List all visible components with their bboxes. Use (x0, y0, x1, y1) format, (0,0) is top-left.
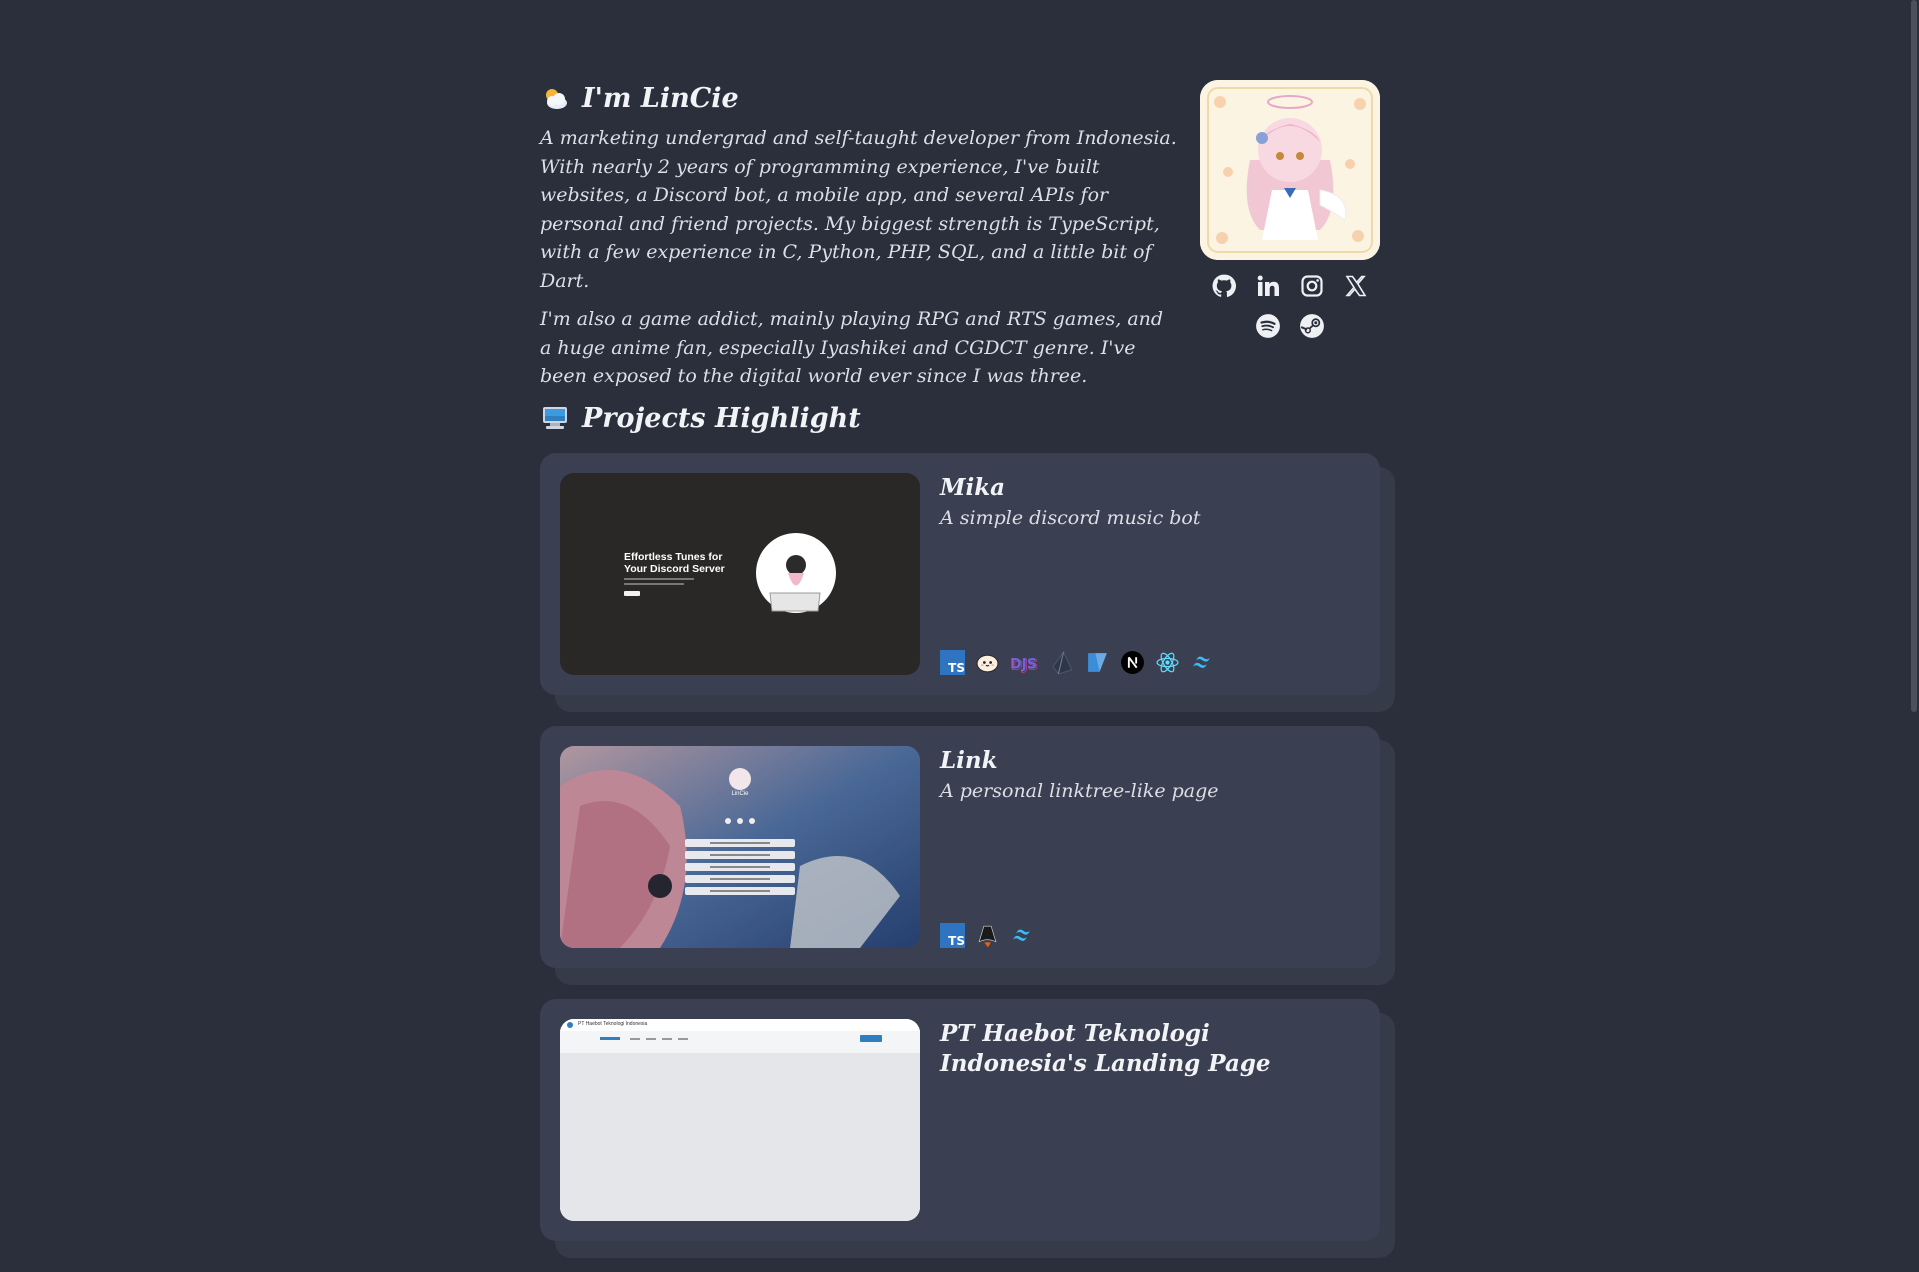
typescript-icon: TS (940, 923, 965, 948)
project-description: A personal linktree-like page (940, 780, 1219, 802)
x-icon[interactable] (1342, 272, 1370, 300)
project-card-wrapper: LinCie Link A personal linktree-like pag… (540, 726, 1395, 999)
intro-text: I'm LinCie A marketing undergrad and sel… (540, 80, 1180, 391)
instagram-icon[interactable] (1298, 272, 1326, 300)
project-thumbnail: LinCie (560, 746, 920, 948)
tailwind-icon (1010, 923, 1035, 948)
project-card-haebot[interactable]: PT Haebot Teknologi Indonesia PT Haebot … (540, 999, 1380, 1241)
project-body: Mika A simple discord music bot TS DJS DJ… (940, 473, 1360, 675)
steam-icon[interactable] (1298, 312, 1326, 340)
projects-title: Projects Highlight (582, 402, 861, 434)
avatar (1200, 80, 1380, 260)
linkedin-icon[interactable] (1254, 272, 1282, 300)
intro-paragraph-1: A marketing undergrad and self-taught de… (540, 127, 1177, 292)
project-title: PT Haebot Teknologi Indonesia's Landing … (940, 1020, 1271, 1077)
thumbnail-heading: PT Haebot Teknologi Indonesia (578, 1021, 648, 1027)
github-icon[interactable] (1210, 272, 1238, 300)
project-body: Link A personal linktree-like page TS (940, 746, 1360, 948)
intro-title: I'm LinCie (582, 82, 739, 114)
drizzle-icon (1085, 650, 1110, 675)
thumbnail-heading: Effortless Tunes for Your Discord Server (624, 551, 725, 575)
social-links (1200, 272, 1380, 340)
main-content: I'm LinCie A marketing undergrad and sel… (540, 0, 1395, 1258)
prisma-icon (1050, 650, 1075, 675)
profile-column (1200, 80, 1380, 340)
nextjs-icon (1120, 650, 1145, 675)
tailwind-icon (1190, 650, 1215, 675)
astro-icon (975, 923, 1000, 948)
discordjs-icon: DJS DJS (1010, 650, 1040, 675)
intro-section: I'm LinCie A marketing undergrad and sel… (540, 0, 1380, 400)
intro-paragraph-2: I'm also a game addict, mainly playing R… (540, 308, 1164, 387)
project-title: Link (940, 747, 998, 774)
project-list: Effortless Tunes for Your Discord Server… (540, 453, 1395, 1272)
project-body: PT Haebot Teknologi Indonesia's Landing … (940, 1019, 1360, 1221)
project-card-wrapper: PT Haebot Teknologi Indonesia PT Haebot … (540, 999, 1395, 1272)
project-card-mika[interactable]: Effortless Tunes for Your Discord Server… (540, 453, 1380, 695)
scrollbar-thumb[interactable] (1911, 0, 1917, 712)
thumbnail-heading: LinCie (731, 791, 749, 797)
intro-heading: I'm LinCie (540, 80, 1180, 116)
project-card-link[interactable]: LinCie Link A personal linktree-like pag… (540, 726, 1380, 968)
tech-stack: TS DJS DJS (940, 650, 1215, 675)
projects-heading: Projects Highlight (540, 400, 861, 436)
scrollbar[interactable] (1907, 0, 1919, 1079)
project-thumbnail: Effortless Tunes for Your Discord Server (560, 473, 920, 675)
computer-icon (540, 403, 570, 433)
bun-icon (975, 650, 1000, 675)
project-card-wrapper: Effortless Tunes for Your Discord Server… (540, 453, 1395, 726)
typescript-icon: TS (940, 650, 965, 675)
spotify-icon[interactable] (1254, 312, 1282, 340)
tech-stack: TS (940, 923, 1035, 948)
svg-text:DJS: DJS (1011, 658, 1038, 674)
project-thumbnail: PT Haebot Teknologi Indonesia (560, 1019, 920, 1221)
project-title: Mika (940, 474, 1006, 501)
cloud-sun-icon (540, 83, 570, 113)
react-icon (1155, 650, 1180, 675)
project-description: A simple discord music bot (940, 507, 1201, 529)
